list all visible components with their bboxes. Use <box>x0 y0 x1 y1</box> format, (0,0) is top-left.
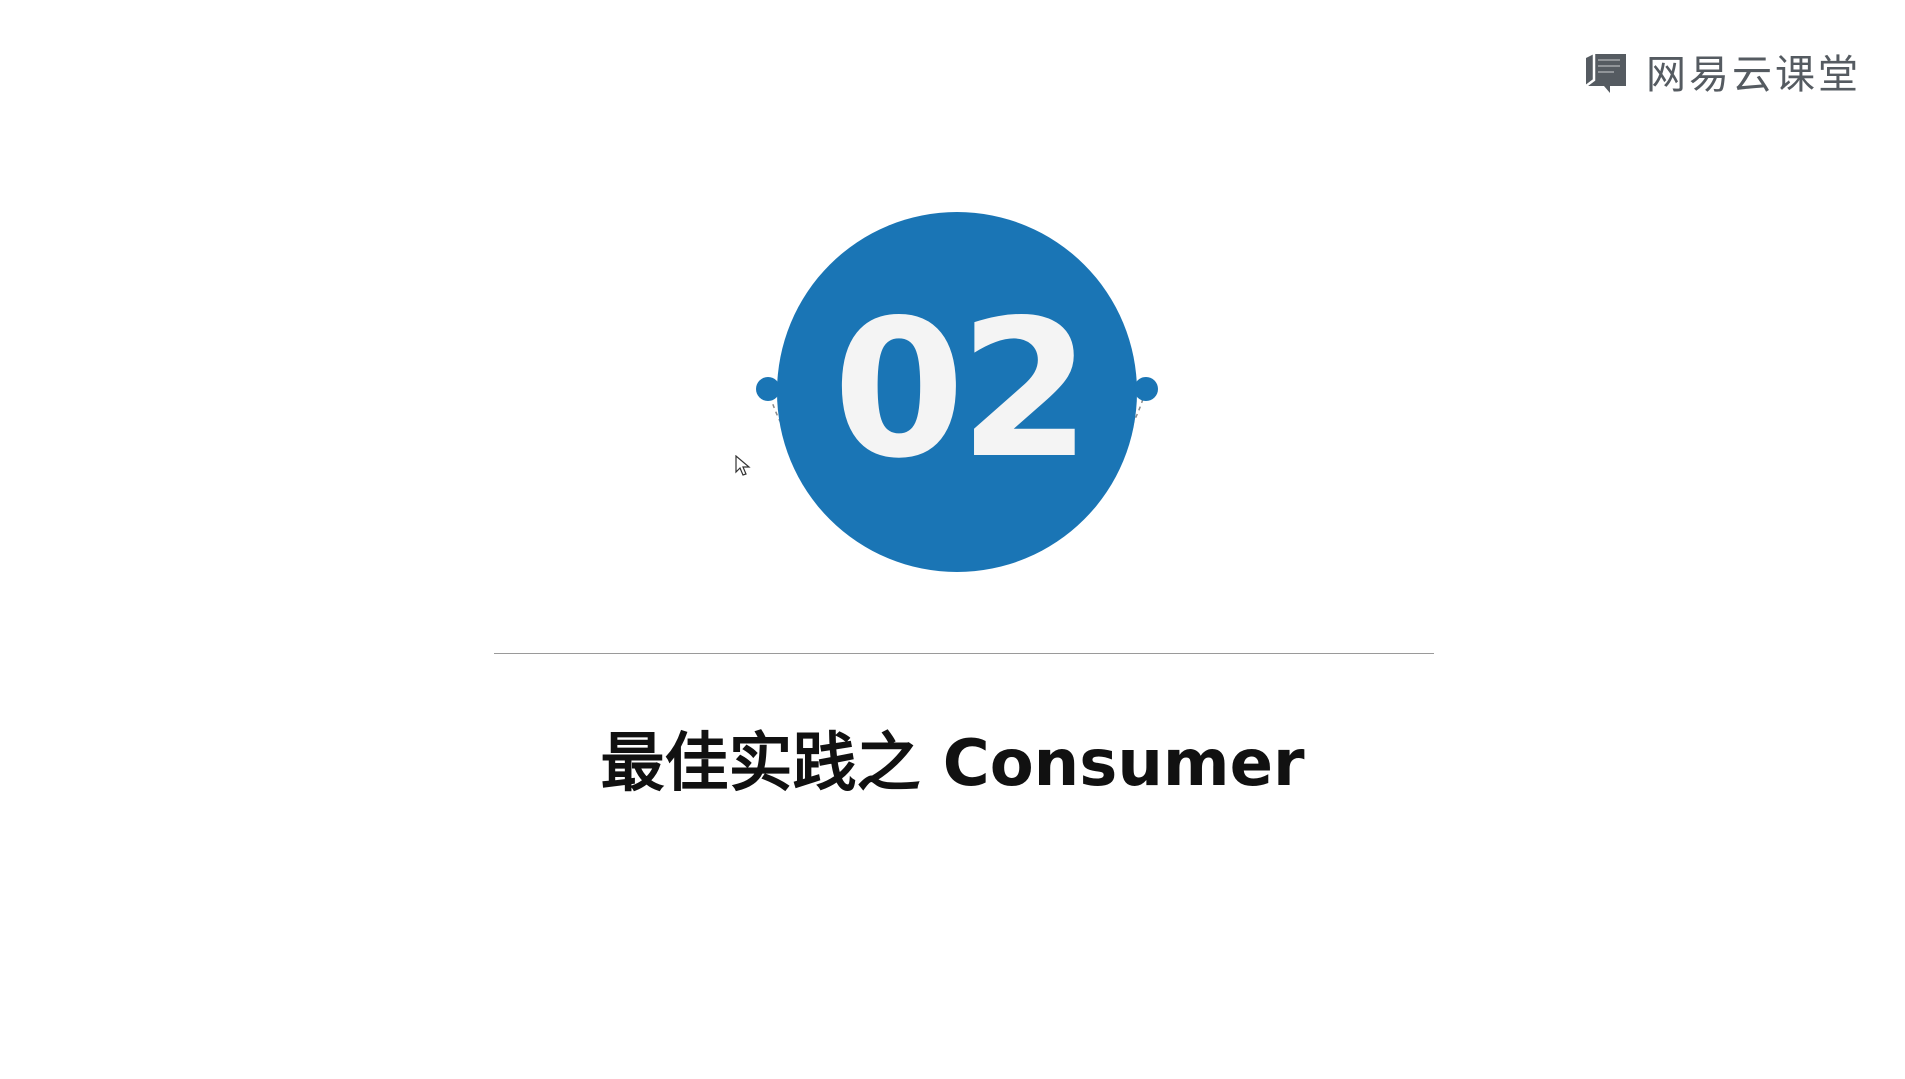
section-badge: 02 <box>748 196 1168 606</box>
section-title: 最佳实践之 Consumer <box>600 727 1305 801</box>
right-dot <box>1134 377 1158 401</box>
book-logo-icon <box>1585 54 1626 93</box>
left-dot <box>756 377 780 401</box>
slide: 网易云课堂 02 最佳实践之 Consumer <box>0 0 1905 1079</box>
brand-logo: 网易云课堂 <box>1582 42 1861 100</box>
mouse-pointer-icon <box>735 455 751 476</box>
brand-name: 网易云课堂 <box>1646 52 1861 98</box>
section-number: 02 <box>832 278 1091 500</box>
divider-line <box>494 653 1434 654</box>
